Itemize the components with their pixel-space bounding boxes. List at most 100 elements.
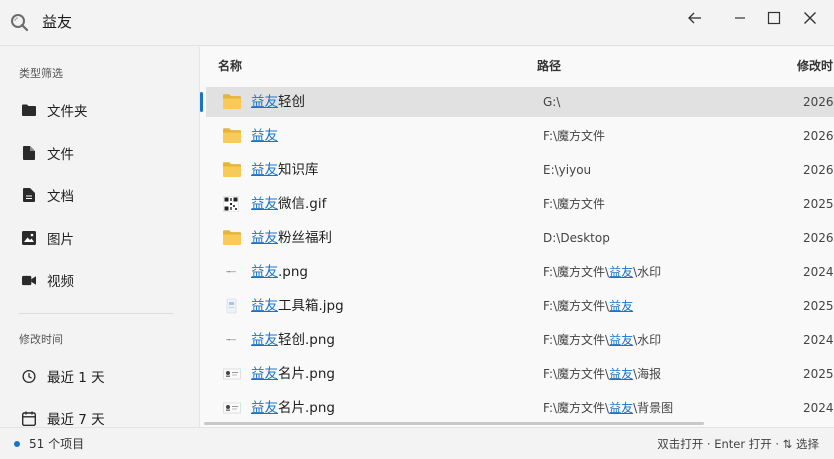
- file-name: 益友工具箱.jpg: [251, 298, 344, 314]
- results-panel: 名称 路径 修改时 益友轻创 G:\ 2026 益友 F:\魔方文件 2026 益友知识库 E…: [199, 47, 834, 427]
- path-prefix: D:\Desktop: [543, 231, 610, 245]
- path-prefix: F:\魔方文件: [543, 129, 606, 143]
- path-suffix: \水印: [633, 333, 662, 347]
- folder-icon: [223, 128, 241, 144]
- maximize-button[interactable]: [757, 6, 791, 30]
- file-name-rest: 工具箱.jpg: [278, 298, 344, 314]
- sidebar-item-label: 最近 1 天: [47, 370, 105, 386]
- match-highlight: 益友: [251, 196, 278, 212]
- table-row[interactable]: 益友工具箱.jpg F:\魔方文件\益友 2025: [206, 291, 834, 321]
- modified-date: 2025: [803, 299, 834, 313]
- file-name-rest: 轻创.png: [278, 332, 335, 348]
- modified-date: 2026: [803, 129, 834, 143]
- column-header-path[interactable]: 路径: [537, 59, 561, 73]
- path-prefix: F:\魔方文件\: [543, 333, 610, 347]
- path-suffix: \海报: [633, 367, 662, 381]
- horizontal-scrollbar[interactable]: [204, 422, 704, 425]
- path-match-highlight: 益友: [609, 265, 634, 279]
- match-highlight: 益友: [251, 162, 278, 178]
- jpg-thumb-icon: [223, 298, 241, 314]
- search-icon: [9, 12, 29, 32]
- file-path: E:\yiyou: [543, 163, 591, 177]
- path-match-highlight: 益友: [609, 401, 634, 415]
- sidebar-item-image[interactable]: 图片: [10, 221, 188, 255]
- folder-icon: [22, 103, 36, 117]
- match-highlight: 益友: [251, 128, 278, 144]
- file-icon: [22, 146, 36, 160]
- sidebar: 类型筛选 文件夹 文件 文档 图片 视频 修改时间 最近 1 天 最近 7 天: [0, 47, 199, 427]
- table-row[interactable]: 益友知识库 E:\yiyou 2026: [206, 155, 834, 185]
- folder-icon: [223, 230, 241, 246]
- minimize-button[interactable]: [723, 6, 757, 30]
- table-row[interactable]: 益友名片.png F:\魔方文件\益友\海报 2025: [206, 359, 834, 389]
- video-icon: [22, 273, 36, 287]
- table-header: 名称 路径 修改时: [200, 47, 834, 85]
- status-bar: 51 个项目 双击打开 · Enter 打开 · ⇅ 选择: [0, 427, 834, 459]
- sidebar-item-last-7-days[interactable]: 最近 7 天: [10, 401, 188, 427]
- column-header-name[interactable]: 名称: [218, 59, 242, 73]
- table-row[interactable]: 益友轻创 G:\ 2026: [200, 87, 834, 117]
- match-highlight: 益友: [251, 298, 278, 314]
- file-name-rest: 微信.gif: [278, 196, 327, 212]
- sidebar-item-folder[interactable]: 文件夹: [10, 93, 188, 127]
- calendar-icon: [22, 411, 36, 426]
- modified-date: 2024: [803, 333, 834, 347]
- type-filter-heading: 类型筛选: [19, 67, 63, 80]
- file-name-rest: .png: [278, 264, 308, 280]
- match-highlight: 益友: [251, 94, 278, 110]
- sidebar-item-document[interactable]: 文档: [10, 178, 188, 212]
- table-row[interactable]: 益友名片.png F:\魔方文件\益友\背景图 2024: [206, 393, 834, 423]
- title-bar: 益友: [0, 0, 834, 46]
- sidebar-item-last-1-day[interactable]: 最近 1 天: [10, 359, 188, 393]
- back-button[interactable]: [678, 6, 712, 30]
- file-path: F:\魔方文件: [543, 197, 605, 211]
- table-row[interactable]: 益友粉丝福利 D:\Desktop 2026: [206, 223, 834, 253]
- table-row[interactable]: 益友 F:\魔方文件 2026: [206, 121, 834, 151]
- table-row[interactable]: 益友轻创.png F:\魔方文件\益友\水印 2024: [206, 325, 834, 355]
- table-row[interactable]: 益友.png F:\魔方文件\益友\水印 2024: [206, 257, 834, 287]
- file-name: 益友.png: [251, 264, 308, 280]
- modified-date: 2025: [803, 367, 834, 381]
- sidebar-item-video[interactable]: 视频: [10, 263, 188, 297]
- file-name-rest: 名片.png: [278, 366, 335, 382]
- file-name-rest: 名片.png: [278, 400, 335, 416]
- path-prefix: F:\魔方文件\: [543, 401, 610, 415]
- modified-date: 2026: [803, 95, 834, 109]
- path-match-highlight: 益友: [609, 367, 634, 381]
- modified-date: 2024: [803, 401, 834, 415]
- file-name: 益友: [251, 128, 278, 144]
- document-icon: [22, 188, 36, 202]
- path-prefix: F:\魔方文件\: [543, 265, 610, 279]
- sidebar-item-label: 文档: [47, 189, 74, 205]
- file-name: 益友粉丝福利: [251, 230, 332, 246]
- sidebar-item-label: 文件夹: [47, 104, 88, 120]
- card-thumb-icon: [223, 366, 241, 382]
- file-name: 益友轻创: [251, 94, 305, 110]
- match-highlight: 益友: [251, 264, 278, 280]
- path-prefix: F:\魔方文件\: [543, 299, 610, 313]
- match-highlight: 益友: [251, 366, 278, 382]
- card-thumb-icon: [223, 400, 241, 416]
- file-name: 益友微信.gif: [251, 196, 326, 212]
- search-input[interactable]: 益友: [42, 12, 72, 32]
- path-prefix: E:\yiyou: [543, 163, 592, 177]
- sidebar-item-label: 最近 7 天: [47, 412, 105, 427]
- maximize-icon: [767, 11, 781, 25]
- file-name: 益友名片.png: [251, 400, 335, 416]
- png-thumb-icon: [223, 332, 241, 348]
- path-match-highlight: 益友: [609, 299, 634, 313]
- close-button[interactable]: [793, 6, 827, 30]
- path-prefix: F:\魔方文件: [543, 197, 606, 211]
- file-path: D:\Desktop: [543, 231, 610, 245]
- sidebar-item-file[interactable]: 文件: [10, 136, 188, 170]
- column-header-modified[interactable]: 修改时: [797, 59, 833, 73]
- path-prefix: F:\魔方文件\: [543, 367, 610, 381]
- table-row[interactable]: 益友微信.gif F:\魔方文件 2025: [206, 189, 834, 219]
- result-count: 51 个项目: [29, 437, 85, 451]
- folder-icon: [223, 94, 241, 110]
- minimize-icon: [735, 17, 745, 19]
- path-suffix: \水印: [633, 265, 662, 279]
- file-path: F:\魔方文件\益友\背景图: [543, 401, 673, 415]
- file-path: F:\魔方文件\益友\海报: [543, 367, 661, 381]
- file-path: F:\魔方文件\益友\水印: [543, 265, 661, 279]
